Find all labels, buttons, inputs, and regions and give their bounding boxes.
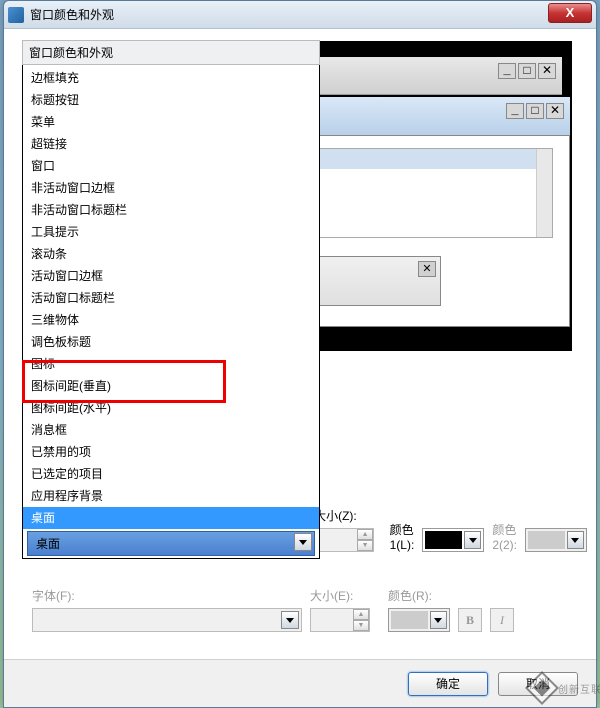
font-size-spinner: ▲▼ — [310, 608, 370, 632]
chevron-down-icon[interactable] — [464, 531, 481, 549]
size-label: 大小(Z): — [314, 507, 382, 524]
color2-sub-label: 2(2): — [492, 538, 517, 552]
color1-label: 颜色 — [390, 521, 415, 538]
color2-picker — [525, 528, 587, 552]
color-swatch — [391, 611, 428, 629]
chevron-down-icon — [567, 531, 584, 549]
dropdown-item[interactable]: 非活动窗口边框 — [23, 177, 319, 199]
dropdown-item[interactable]: 滚动条 — [23, 243, 319, 265]
close-icon: ✕ — [538, 63, 556, 79]
color2-label: 颜色 — [492, 521, 517, 538]
ok-button[interactable]: 确定 — [408, 672, 488, 696]
dropdown-item[interactable]: 非活动窗口标题栏 — [23, 199, 319, 221]
dropdown-item[interactable]: 工具提示 — [23, 221, 319, 243]
chevron-down-icon — [430, 611, 447, 629]
close-icon: ✕ — [546, 103, 564, 119]
dropdown-item[interactable]: 窗口 — [23, 155, 319, 177]
dropdown-item[interactable]: 已禁用的项 — [23, 441, 319, 463]
maximize-icon: □ — [518, 63, 536, 79]
dropdown-item[interactable]: 已选定的项目 — [23, 463, 319, 485]
dropdown-item[interactable]: 图标 — [23, 353, 319, 375]
dropdown-item[interactable]: 活动窗口标题栏 — [23, 287, 319, 309]
bold-button: B — [458, 608, 482, 632]
chevron-up-icon[interactable]: ▲ — [357, 529, 373, 540]
size-spinner[interactable]: ▲▼ — [314, 528, 374, 552]
dropdown-item[interactable]: 超链接 — [23, 133, 319, 155]
dropdown-item[interactable]: 三维物体 — [23, 309, 319, 331]
font-size-label: 大小(E): — [310, 587, 380, 604]
dialog-footer: 确定 取消 — [4, 659, 596, 707]
app-icon — [8, 7, 24, 23]
close-button[interactable]: X — [548, 3, 592, 23]
italic-button: I — [490, 608, 514, 632]
dropdown-header: 窗口颜色和外观 — [22, 40, 320, 65]
dropdown-item[interactable]: 图标间距(水平) — [23, 397, 319, 419]
chevron-down-icon[interactable]: ▼ — [357, 540, 373, 551]
dropdown-item[interactable]: 应用程序背景 — [23, 485, 319, 507]
watermark-icon — [525, 671, 559, 705]
item-dropdown-list[interactable]: 窗口颜色和外观 边框填充标题按钮菜单超链接窗口非活动窗口边框非活动窗口标题栏工具… — [22, 40, 320, 559]
watermark-text: 创新互联 — [558, 681, 600, 696]
item-combo-selected[interactable]: 桌面 — [27, 531, 315, 556]
chevron-down-icon[interactable] — [294, 533, 312, 551]
font-color-picker — [388, 608, 450, 632]
dropdown-item[interactable]: 调色板标题 — [23, 331, 319, 353]
maximize-icon: □ — [526, 103, 544, 119]
window-title: 窗口颜色和外观 — [30, 6, 114, 23]
dropdown-item[interactable]: 边框填充 — [23, 67, 319, 89]
minimize-icon: _ — [506, 103, 524, 119]
minimize-icon: _ — [498, 63, 516, 79]
dropdown-item[interactable]: 活动窗口边框 — [23, 265, 319, 287]
dropdown-item[interactable]: 桌面 — [23, 507, 319, 529]
chevron-up-icon: ▲ — [353, 609, 369, 620]
dropdown-item[interactable]: 消息框 — [23, 419, 319, 441]
color-swatch — [528, 531, 565, 549]
preview-scrollbar — [536, 149, 552, 237]
dropdown-item[interactable]: 菜单 — [23, 111, 319, 133]
dropdown-item[interactable]: 标题按钮 — [23, 89, 319, 111]
color-swatch — [425, 531, 462, 549]
close-icon: ✕ — [418, 261, 436, 277]
chevron-down-icon — [281, 611, 299, 629]
chevron-down-icon: ▼ — [353, 620, 369, 631]
dropdown-item[interactable]: 图标间距(垂直) — [23, 375, 319, 397]
font-color-label: 颜色(R): — [388, 587, 450, 604]
row-font: 字体(F): 大小(E): ▲▼ 颜色(R): B I — [32, 587, 587, 632]
watermark: 创新互联 — [530, 676, 600, 700]
titlebar[interactable]: 窗口颜色和外观 X — [4, 1, 596, 29]
color1-sub-label: 1(L): — [390, 538, 415, 552]
color1-picker[interactable] — [422, 528, 484, 552]
font-label: 字体(F): — [32, 587, 302, 604]
font-combo — [32, 608, 302, 632]
